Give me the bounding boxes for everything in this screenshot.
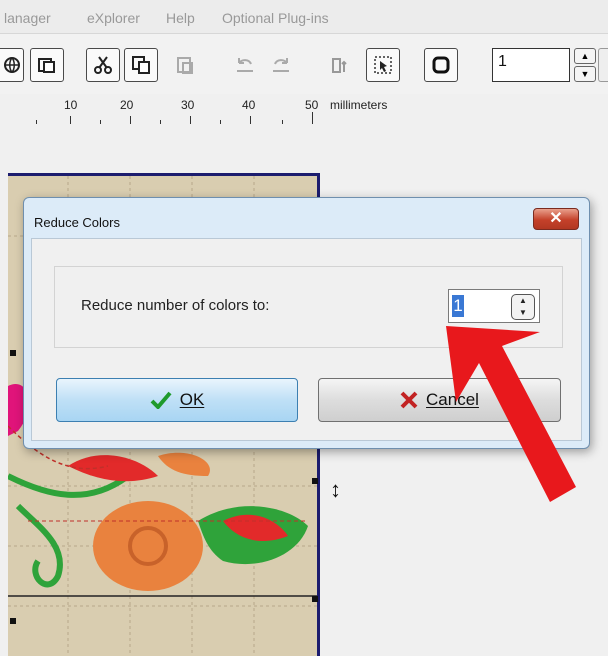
resize-handle[interactable] — [312, 596, 318, 602]
select-icon[interactable] — [366, 48, 400, 82]
menu-item-optional-plugins[interactable]: Optional Plug-ins — [222, 10, 329, 26]
size-icon[interactable] — [324, 48, 358, 82]
menu-item-explorer[interactable]: eXplorer — [87, 10, 140, 26]
ruler-tick — [160, 120, 161, 124]
ruler-tick — [70, 116, 71, 124]
secondary-spinner[interactable] — [598, 48, 608, 82]
number-spinner[interactable]: ▲ ▼ — [574, 48, 596, 82]
resize-handle[interactable] — [312, 478, 318, 484]
cut-icon[interactable] — [86, 48, 120, 82]
reduce-colors-dialog: Reduce Colors ✕ Reduce number of colors … — [23, 197, 590, 449]
paste-special-icon[interactable] — [168, 48, 202, 82]
x-mark-icon — [400, 391, 418, 409]
toolbar: 1 ▲ ▼ — [0, 34, 608, 94]
ok-button[interactable]: OK — [56, 378, 298, 422]
spin-up-icon[interactable]: ▲ — [574, 48, 596, 64]
ruler: 10 20 30 40 50 millimeters — [0, 94, 608, 124]
color-count-spinner[interactable]: ▲ ▼ — [511, 294, 535, 320]
vertical-resize-icon[interactable]: ↕ — [330, 477, 341, 503]
ruler-label: 20 — [120, 98, 134, 112]
menu-item-manager[interactable]: lanager — [4, 10, 51, 26]
ruler-label: 50 — [305, 98, 319, 112]
ruler-tick — [190, 116, 191, 124]
ok-label: OK — [179, 390, 205, 409]
color-count-value[interactable]: 1 — [452, 295, 464, 317]
close-button[interactable]: ✕ — [533, 208, 579, 230]
number-input[interactable]: 1 — [492, 48, 570, 82]
ruler-tick — [220, 120, 221, 124]
ruler-tick — [100, 120, 101, 124]
cancel-button[interactable]: Cancel — [318, 378, 561, 422]
ruler-tick — [250, 116, 251, 124]
ruler-label: 30 — [181, 98, 195, 112]
ruler-label: 40 — [242, 98, 256, 112]
menu-item-help[interactable]: Help — [166, 10, 195, 26]
ruler-tick — [312, 112, 313, 124]
color-count-input[interactable]: 1 ▲ ▼ — [448, 289, 540, 323]
ruler-unit: millimeters — [330, 98, 388, 112]
ruler-tick — [36, 120, 37, 124]
checkmark-icon — [150, 391, 172, 409]
ruler-tick — [130, 116, 131, 124]
globe-icon[interactable] — [0, 48, 24, 82]
redo-icon[interactable] — [264, 48, 298, 82]
copy-icon[interactable] — [30, 48, 64, 82]
dialog-body: Reduce number of colors to: 1 ▲ ▼ OK Canc… — [31, 238, 582, 441]
menu-bar: lanager eXplorer Help Optional Plug-ins — [0, 0, 608, 34]
resize-handle[interactable] — [10, 350, 16, 356]
ruler-tick — [282, 120, 283, 124]
stop-icon[interactable] — [424, 48, 458, 82]
cancel-label: Cancel — [426, 390, 479, 409]
undo-icon[interactable] — [228, 48, 262, 82]
ruler-label: 10 — [64, 98, 78, 112]
dialog-title: Reduce Colors — [34, 215, 120, 230]
color-count-label: Reduce number of colors to: — [81, 297, 270, 314]
paste-icon[interactable] — [124, 48, 158, 82]
resize-handle[interactable] — [10, 618, 16, 624]
color-count-group: Reduce number of colors to: 1 ▲ ▼ — [54, 266, 563, 348]
spin-down-icon[interactable]: ▼ — [574, 66, 596, 82]
